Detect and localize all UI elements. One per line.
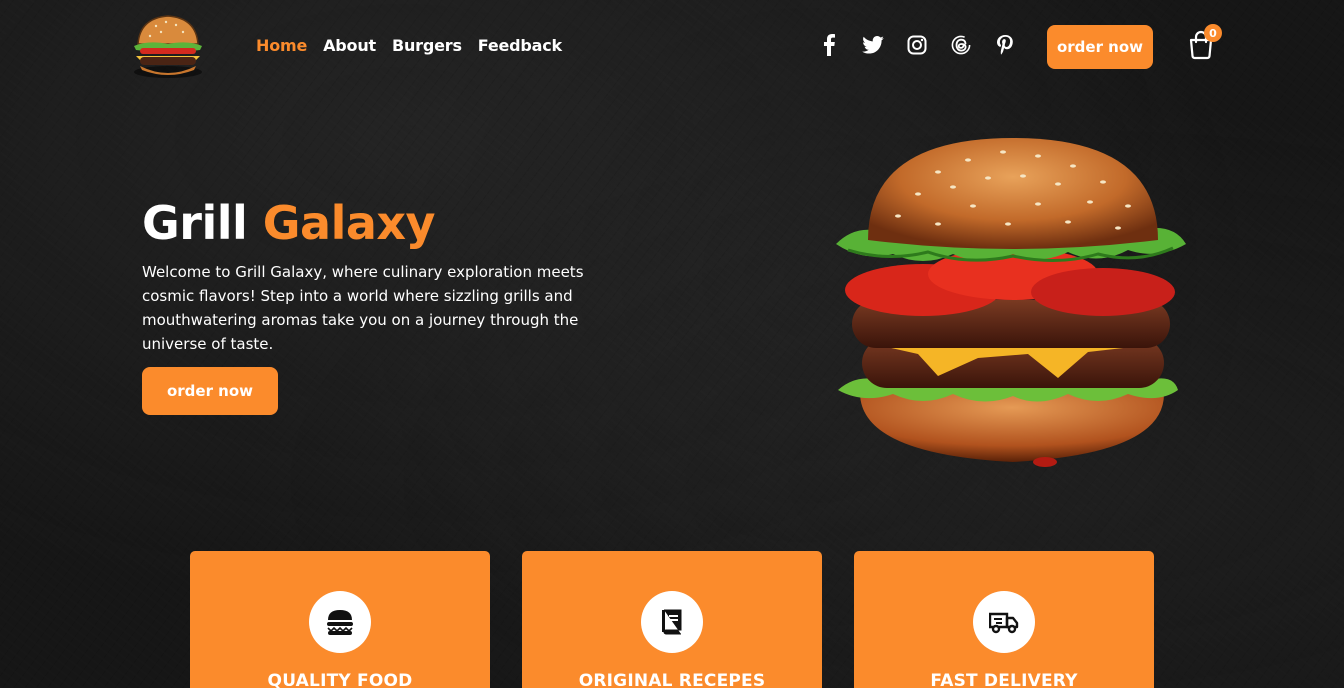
hero-title: Grill Galaxy xyxy=(142,196,436,250)
hero-title-accent: Galaxy xyxy=(262,196,436,250)
cart-count-badge: 0 xyxy=(1204,24,1222,42)
nav-burgers-link[interactable]: Burgers xyxy=(392,36,462,55)
nav-about-link[interactable]: About xyxy=(323,36,376,55)
book-icon xyxy=(641,591,703,653)
threads-icon[interactable] xyxy=(950,34,972,56)
feature-title: QUALITY FOOD xyxy=(267,671,413,688)
hero-title-main: Grill xyxy=(142,196,263,250)
hero-order-button[interactable]: order now xyxy=(142,367,278,415)
burger-icon xyxy=(309,591,371,653)
burger-logo-icon[interactable] xyxy=(128,10,208,82)
feature-card-recipes: ORIGINAL RECEPES xyxy=(522,551,822,688)
instagram-icon[interactable] xyxy=(906,34,928,56)
facebook-icon[interactable] xyxy=(818,34,840,56)
nav-home-link[interactable]: Home xyxy=(256,36,307,55)
feature-title: ORIGINAL RECEPES xyxy=(578,671,766,688)
social-links xyxy=(818,34,1016,56)
pinterest-icon[interactable] xyxy=(994,34,1016,56)
header-order-button[interactable]: order now xyxy=(1047,25,1153,69)
burger-image xyxy=(828,132,1198,477)
hero-description: Welcome to Grill Galaxy, where culinary … xyxy=(142,263,584,353)
nav-feedback-link[interactable]: Feedback xyxy=(478,36,562,55)
main-nav: Home About Burgers Feedback xyxy=(256,36,562,55)
feature-card-delivery: FAST DELIVERY xyxy=(854,551,1154,688)
twitter-icon[interactable] xyxy=(862,34,884,56)
truck-icon xyxy=(973,591,1035,653)
site-header: Home About Burgers Feedback order now 0 xyxy=(0,0,1344,92)
feature-title: FAST DELIVERY xyxy=(930,671,1078,688)
feature-card-quality: QUALITY FOOD xyxy=(190,551,490,688)
